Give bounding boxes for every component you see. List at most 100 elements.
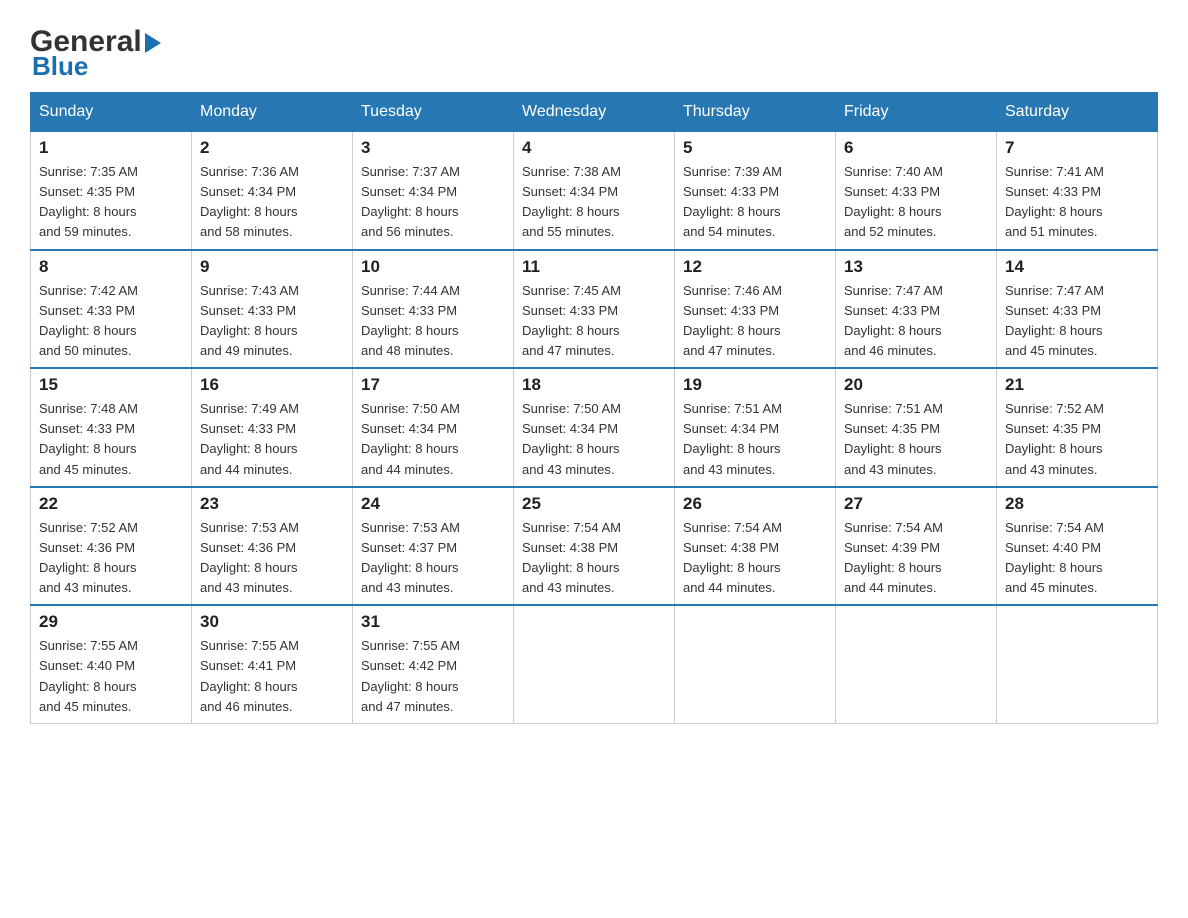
day-number: 20 bbox=[844, 375, 988, 395]
day-number: 24 bbox=[361, 494, 505, 514]
header-saturday: Saturday bbox=[997, 93, 1158, 132]
calendar-cell: 17 Sunrise: 7:50 AMSunset: 4:34 PMDaylig… bbox=[353, 368, 514, 487]
calendar-cell bbox=[675, 605, 836, 723]
day-info: Sunrise: 7:54 AMSunset: 4:39 PMDaylight:… bbox=[844, 520, 943, 595]
day-number: 9 bbox=[200, 257, 344, 277]
calendar-cell: 22 Sunrise: 7:52 AMSunset: 4:36 PMDaylig… bbox=[31, 487, 192, 606]
calendar-week-row: 22 Sunrise: 7:52 AMSunset: 4:36 PMDaylig… bbox=[31, 487, 1158, 606]
calendar-cell: 6 Sunrise: 7:40 AMSunset: 4:33 PMDayligh… bbox=[836, 132, 997, 250]
calendar-cell: 24 Sunrise: 7:53 AMSunset: 4:37 PMDaylig… bbox=[353, 487, 514, 606]
day-number: 16 bbox=[200, 375, 344, 395]
calendar-cell: 19 Sunrise: 7:51 AMSunset: 4:34 PMDaylig… bbox=[675, 368, 836, 487]
day-info: Sunrise: 7:45 AMSunset: 4:33 PMDaylight:… bbox=[522, 283, 621, 358]
day-number: 14 bbox=[1005, 257, 1149, 277]
header-wednesday: Wednesday bbox=[514, 93, 675, 132]
calendar-cell: 5 Sunrise: 7:39 AMSunset: 4:33 PMDayligh… bbox=[675, 132, 836, 250]
day-number: 18 bbox=[522, 375, 666, 395]
calendar-cell: 8 Sunrise: 7:42 AMSunset: 4:33 PMDayligh… bbox=[31, 250, 192, 369]
calendar-cell: 13 Sunrise: 7:47 AMSunset: 4:33 PMDaylig… bbox=[836, 250, 997, 369]
day-info: Sunrise: 7:47 AMSunset: 4:33 PMDaylight:… bbox=[844, 283, 943, 358]
day-info: Sunrise: 7:36 AMSunset: 4:34 PMDaylight:… bbox=[200, 164, 299, 239]
calendar-cell bbox=[997, 605, 1158, 723]
logo: General Blue bbox=[30, 20, 161, 82]
day-info: Sunrise: 7:38 AMSunset: 4:34 PMDaylight:… bbox=[522, 164, 621, 239]
day-info: Sunrise: 7:52 AMSunset: 4:36 PMDaylight:… bbox=[39, 520, 138, 595]
calendar-header-row: SundayMondayTuesdayWednesdayThursdayFrid… bbox=[31, 93, 1158, 132]
logo-blue: Blue bbox=[32, 51, 88, 82]
header-thursday: Thursday bbox=[675, 93, 836, 132]
calendar-cell: 16 Sunrise: 7:49 AMSunset: 4:33 PMDaylig… bbox=[192, 368, 353, 487]
day-info: Sunrise: 7:50 AMSunset: 4:34 PMDaylight:… bbox=[522, 401, 621, 476]
day-info: Sunrise: 7:54 AMSunset: 4:38 PMDaylight:… bbox=[683, 520, 782, 595]
calendar-week-row: 15 Sunrise: 7:48 AMSunset: 4:33 PMDaylig… bbox=[31, 368, 1158, 487]
calendar-cell: 29 Sunrise: 7:55 AMSunset: 4:40 PMDaylig… bbox=[31, 605, 192, 723]
day-info: Sunrise: 7:35 AMSunset: 4:35 PMDaylight:… bbox=[39, 164, 138, 239]
day-info: Sunrise: 7:54 AMSunset: 4:40 PMDaylight:… bbox=[1005, 520, 1104, 595]
day-number: 21 bbox=[1005, 375, 1149, 395]
day-number: 10 bbox=[361, 257, 505, 277]
day-number: 25 bbox=[522, 494, 666, 514]
calendar-cell: 21 Sunrise: 7:52 AMSunset: 4:35 PMDaylig… bbox=[997, 368, 1158, 487]
day-number: 15 bbox=[39, 375, 183, 395]
calendar-week-row: 1 Sunrise: 7:35 AMSunset: 4:35 PMDayligh… bbox=[31, 132, 1158, 250]
calendar-cell: 4 Sunrise: 7:38 AMSunset: 4:34 PMDayligh… bbox=[514, 132, 675, 250]
calendar-cell: 20 Sunrise: 7:51 AMSunset: 4:35 PMDaylig… bbox=[836, 368, 997, 487]
calendar-cell: 23 Sunrise: 7:53 AMSunset: 4:36 PMDaylig… bbox=[192, 487, 353, 606]
day-info: Sunrise: 7:43 AMSunset: 4:33 PMDaylight:… bbox=[200, 283, 299, 358]
day-number: 30 bbox=[200, 612, 344, 632]
day-info: Sunrise: 7:39 AMSunset: 4:33 PMDaylight:… bbox=[683, 164, 782, 239]
calendar-cell: 3 Sunrise: 7:37 AMSunset: 4:34 PMDayligh… bbox=[353, 132, 514, 250]
day-info: Sunrise: 7:47 AMSunset: 4:33 PMDaylight:… bbox=[1005, 283, 1104, 358]
calendar-cell: 14 Sunrise: 7:47 AMSunset: 4:33 PMDaylig… bbox=[997, 250, 1158, 369]
day-info: Sunrise: 7:52 AMSunset: 4:35 PMDaylight:… bbox=[1005, 401, 1104, 476]
day-info: Sunrise: 7:49 AMSunset: 4:33 PMDaylight:… bbox=[200, 401, 299, 476]
day-number: 19 bbox=[683, 375, 827, 395]
day-number: 13 bbox=[844, 257, 988, 277]
calendar-cell: 12 Sunrise: 7:46 AMSunset: 4:33 PMDaylig… bbox=[675, 250, 836, 369]
day-number: 12 bbox=[683, 257, 827, 277]
calendar-cell bbox=[836, 605, 997, 723]
day-info: Sunrise: 7:55 AMSunset: 4:40 PMDaylight:… bbox=[39, 638, 138, 713]
day-info: Sunrise: 7:48 AMSunset: 4:33 PMDaylight:… bbox=[39, 401, 138, 476]
day-info: Sunrise: 7:41 AMSunset: 4:33 PMDaylight:… bbox=[1005, 164, 1104, 239]
calendar-cell: 9 Sunrise: 7:43 AMSunset: 4:33 PMDayligh… bbox=[192, 250, 353, 369]
day-info: Sunrise: 7:46 AMSunset: 4:33 PMDaylight:… bbox=[683, 283, 782, 358]
calendar-cell: 31 Sunrise: 7:55 AMSunset: 4:42 PMDaylig… bbox=[353, 605, 514, 723]
page-header: General Blue bbox=[30, 20, 1158, 82]
calendar-cell: 25 Sunrise: 7:54 AMSunset: 4:38 PMDaylig… bbox=[514, 487, 675, 606]
day-number: 28 bbox=[1005, 494, 1149, 514]
day-info: Sunrise: 7:42 AMSunset: 4:33 PMDaylight:… bbox=[39, 283, 138, 358]
calendar-cell: 7 Sunrise: 7:41 AMSunset: 4:33 PMDayligh… bbox=[997, 132, 1158, 250]
calendar-cell: 1 Sunrise: 7:35 AMSunset: 4:35 PMDayligh… bbox=[31, 132, 192, 250]
day-info: Sunrise: 7:53 AMSunset: 4:36 PMDaylight:… bbox=[200, 520, 299, 595]
calendar-cell: 15 Sunrise: 7:48 AMSunset: 4:33 PMDaylig… bbox=[31, 368, 192, 487]
day-info: Sunrise: 7:55 AMSunset: 4:42 PMDaylight:… bbox=[361, 638, 460, 713]
calendar-cell: 18 Sunrise: 7:50 AMSunset: 4:34 PMDaylig… bbox=[514, 368, 675, 487]
day-number: 22 bbox=[39, 494, 183, 514]
day-info: Sunrise: 7:51 AMSunset: 4:35 PMDaylight:… bbox=[844, 401, 943, 476]
day-number: 17 bbox=[361, 375, 505, 395]
day-info: Sunrise: 7:50 AMSunset: 4:34 PMDaylight:… bbox=[361, 401, 460, 476]
day-number: 29 bbox=[39, 612, 183, 632]
day-info: Sunrise: 7:40 AMSunset: 4:33 PMDaylight:… bbox=[844, 164, 943, 239]
day-info: Sunrise: 7:44 AMSunset: 4:33 PMDaylight:… bbox=[361, 283, 460, 358]
day-number: 11 bbox=[522, 257, 666, 277]
header-sunday: Sunday bbox=[31, 93, 192, 132]
day-info: Sunrise: 7:37 AMSunset: 4:34 PMDaylight:… bbox=[361, 164, 460, 239]
day-info: Sunrise: 7:54 AMSunset: 4:38 PMDaylight:… bbox=[522, 520, 621, 595]
day-number: 27 bbox=[844, 494, 988, 514]
header-tuesday: Tuesday bbox=[353, 93, 514, 132]
day-number: 6 bbox=[844, 138, 988, 158]
day-number: 4 bbox=[522, 138, 666, 158]
calendar-cell: 11 Sunrise: 7:45 AMSunset: 4:33 PMDaylig… bbox=[514, 250, 675, 369]
day-info: Sunrise: 7:55 AMSunset: 4:41 PMDaylight:… bbox=[200, 638, 299, 713]
day-number: 5 bbox=[683, 138, 827, 158]
header-monday: Monday bbox=[192, 93, 353, 132]
logo-arrow-icon bbox=[145, 33, 161, 53]
day-number: 3 bbox=[361, 138, 505, 158]
header-friday: Friday bbox=[836, 93, 997, 132]
day-number: 7 bbox=[1005, 138, 1149, 158]
day-number: 23 bbox=[200, 494, 344, 514]
day-number: 2 bbox=[200, 138, 344, 158]
day-info: Sunrise: 7:51 AMSunset: 4:34 PMDaylight:… bbox=[683, 401, 782, 476]
